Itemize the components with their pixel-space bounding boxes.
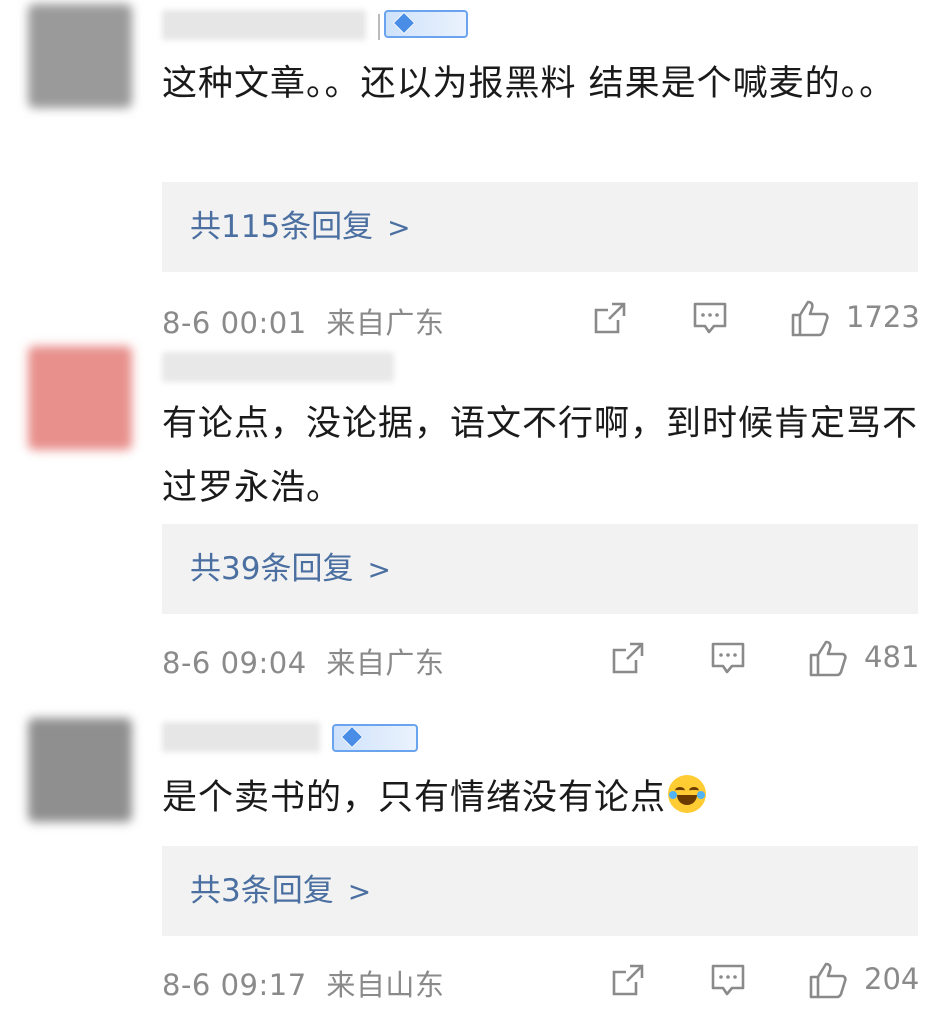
chevron-right-icon: > xyxy=(347,875,372,908)
location: 来自广东 xyxy=(326,646,445,680)
chevron-right-icon: > xyxy=(367,553,391,586)
repost-icon[interactable] xyxy=(610,962,646,998)
location: 来自山东 xyxy=(326,968,445,1002)
thumbs-up-icon[interactable] xyxy=(790,298,830,338)
thumbs-up-icon[interactable] xyxy=(808,638,848,678)
comment-item: 这种文章。。还以为报黑料 结果是个喊麦的。。 共115条回复 > 8-6 00:0… xyxy=(0,0,948,340)
comment-icon[interactable] xyxy=(692,300,728,336)
timestamp: 8-6 09:17 xyxy=(162,968,307,1002)
comment-meta: 8-6 09:17 来自山东 xyxy=(162,962,444,1004)
name-separator xyxy=(378,14,380,40)
timestamp: 8-6 00:01 xyxy=(162,306,307,340)
username-blurred[interactable] xyxy=(162,722,320,752)
comment-icon[interactable] xyxy=(710,962,746,998)
repost-icon[interactable] xyxy=(610,640,646,676)
chevron-right-icon: > xyxy=(387,211,411,244)
timestamp: 8-6 09:04 xyxy=(162,646,307,680)
member-badge xyxy=(384,10,468,38)
comment-item: 是个卖书的，只有情绪没有论点 共3条回复 > 8-6 09:17 来自山东 204 xyxy=(0,680,948,1016)
member-diamond-badge-icon xyxy=(392,11,416,35)
comment-icon[interactable] xyxy=(710,640,746,676)
reply-summary[interactable]: 共115条回复 > xyxy=(162,182,918,272)
reply-summary[interactable]: 共3条回复 > xyxy=(162,846,918,936)
view-replies-link[interactable]: 共115条回复 > xyxy=(190,182,411,273)
comment-meta: 8-6 00:01 来自广东 xyxy=(162,300,444,342)
avatar[interactable] xyxy=(28,346,132,450)
like-count: 1723 xyxy=(846,300,920,334)
comment-item: 有论点，没论据，语文不行啊，到时候肯定骂不过罗永浩。 共39条回复 > 8-6 0… xyxy=(0,340,948,680)
comment-meta: 8-6 09:04 来自广东 xyxy=(162,640,444,682)
repost-icon[interactable] xyxy=(592,300,628,336)
location: 来自广东 xyxy=(326,306,445,340)
comment-text: 是个卖书的，只有情绪没有论点 xyxy=(162,766,922,830)
laughing-tears-emoji xyxy=(668,775,707,813)
reply-summary[interactable]: 共39条回复 > xyxy=(162,524,918,614)
avatar[interactable] xyxy=(28,4,132,108)
comment-text: 这种文章。。还以为报黑料 结果是个喊麦的。。 xyxy=(162,64,896,104)
username-blurred[interactable] xyxy=(162,10,366,40)
view-replies-link[interactable]: 共39条回复 > xyxy=(190,524,391,615)
avatar[interactable] xyxy=(28,718,132,822)
view-replies-link[interactable]: 共3条回复 > xyxy=(190,846,371,937)
member-diamond-badge-icon xyxy=(340,725,364,749)
comment-text: 有论点，没论据，语文不行啊，到时候肯定骂不过罗永浩。 xyxy=(162,404,919,508)
thumbs-up-icon[interactable] xyxy=(808,960,848,1000)
username-blurred[interactable] xyxy=(162,352,394,382)
like-count: 481 xyxy=(864,640,920,674)
member-badge xyxy=(332,724,418,752)
like-count: 204 xyxy=(864,962,920,996)
